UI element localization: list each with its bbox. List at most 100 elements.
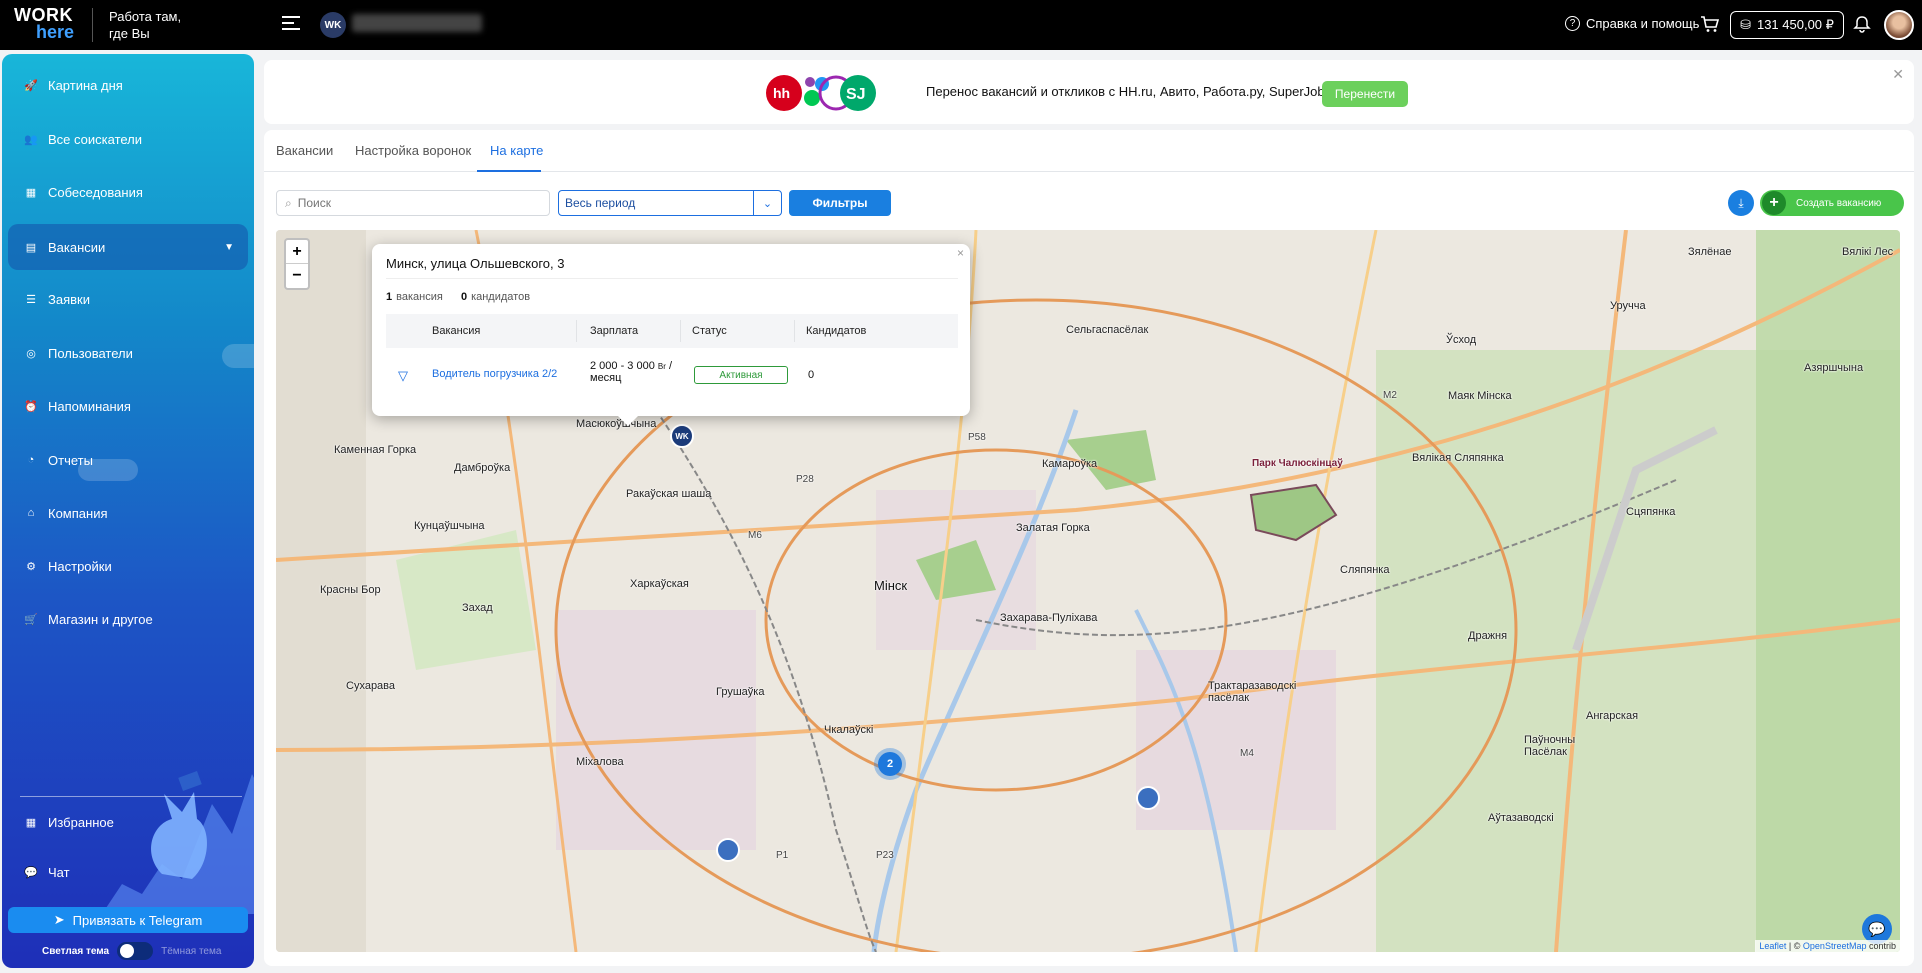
vacancy-map-pin[interactable]: WK <box>670 424 694 448</box>
tagline: Работа там, где Вы <box>109 9 182 41</box>
help-link[interactable]: ? Справка и помощь <box>1565 16 1699 31</box>
map-label: P23 <box>876 850 894 861</box>
vacancies-word: вакансия <box>396 291 443 303</box>
gear-icon: ⚙ <box>26 560 36 573</box>
close-icon[interactable]: ✕ <box>1892 66 1904 83</box>
vacancy-cluster[interactable]: 2 <box>874 748 906 780</box>
sidebar-item-shop[interactable]: 🛒 Магазин и другое <box>8 596 248 642</box>
map-label: Паўночны Пасёлак <box>1524 734 1576 758</box>
map-label: Міхалова <box>576 756 624 768</box>
map-label: M2 <box>1383 390 1397 401</box>
vacancy-map-pin[interactable] <box>1136 786 1160 810</box>
map-label: P1 <box>776 850 789 861</box>
period-select[interactable]: Весь период ⌄ <box>558 190 782 216</box>
sidebar-item-users[interactable]: ◎ Пользователи <box>8 330 248 376</box>
chart-icon: ◔ <box>27 454 35 466</box>
tab-on-map[interactable]: На карте <box>490 143 543 158</box>
map-view[interactable]: + − Мінск Сельгаспасёлак Масюкоўшчына Ка… <box>276 230 1900 952</box>
map-label: Уручча <box>1610 300 1646 312</box>
theme-toggle[interactable] <box>117 942 154 960</box>
salary: 2 000 - 3 000 Br / месяц <box>590 360 672 384</box>
sidebar-item-company[interactable]: ⌂ Компания <box>8 490 248 536</box>
logo-word-here: here <box>36 22 75 42</box>
chevron-down-icon[interactable]: ⌄ <box>753 191 781 215</box>
funnel-icon[interactable]: ▽ <box>398 368 408 384</box>
bell-icon[interactable] <box>1853 15 1871 33</box>
tab-bar: Вакансии Настройка воронок На карте <box>264 130 1914 172</box>
map-label: P58 <box>968 432 986 443</box>
zoom-out-button[interactable]: − <box>286 264 308 288</box>
map-label: Захарава-Пуліхава <box>1000 612 1098 624</box>
org-name-blurred[interactable] <box>352 14 482 32</box>
sidebar-item-vacancies[interactable]: ▤ Вакансии ▼ <box>8 224 248 270</box>
cart-icon[interactable] <box>1700 15 1720 33</box>
telegram-icon: ➤ <box>53 912 65 927</box>
map-label: Грушаўка <box>716 686 765 698</box>
filters-button[interactable]: Фильтры <box>789 190 891 216</box>
hh-logo: hh <box>773 85 790 101</box>
create-vacancy-label: Создать вакансию <box>1796 197 1882 209</box>
candidates-word: кандидатов <box>471 291 531 303</box>
popup-stats: 1 вакансия 0 кандидатов <box>386 291 530 303</box>
sidebar-item-reports[interactable]: ◔ Отчеты <box>8 437 248 483</box>
column-header: Статус <box>692 325 727 337</box>
telegram-button-label: Привязать к Telegram <box>72 912 203 928</box>
zoom-in-button[interactable]: + <box>286 240 308 264</box>
tab-funnel-settings[interactable]: Настройка воронок <box>355 143 471 158</box>
sidebar-item-reminders[interactable]: ⏰ Напоминания <box>8 383 248 429</box>
osm-link[interactable]: OpenStreetMap <box>1803 941 1867 951</box>
menu-toggle-icon[interactable] <box>282 16 300 32</box>
vacancy-popup: × Минск, улица Ольшевского, 3 1 вакансия … <box>372 244 970 426</box>
vacancy-map-pin[interactable] <box>716 838 740 862</box>
theme-switch[interactable]: Светлая тема Тёмная тема <box>42 942 221 960</box>
org-avatar[interactable]: WK <box>320 12 346 38</box>
cluster-count: 2 <box>878 752 902 776</box>
sidebar: 🚀 Картина дня 👥 Все соискатели ▦ Собеседова… <box>2 54 254 968</box>
user-avatar[interactable] <box>1884 10 1914 40</box>
search-input[interactable] <box>297 196 538 210</box>
map-label: Трактаразаводскі пасёлак <box>1208 680 1297 704</box>
sidebar-item-settings[interactable]: ⚙ Настройки <box>8 543 248 589</box>
sidebar-item-candidates[interactable]: 👥 Все соискатели <box>8 116 248 162</box>
vacancy-link[interactable]: Водитель погрузчика 2/2 <box>432 368 557 380</box>
map-label: P28 <box>796 474 814 485</box>
leaflet-link[interactable]: Leaflet <box>1759 941 1786 951</box>
map-label: Красны Бор <box>320 584 381 596</box>
map-label: Зялёнае <box>1688 246 1732 258</box>
download-icon[interactable]: ⤓ <box>1728 190 1754 216</box>
create-vacancy-button[interactable]: + Создать вакансию <box>1760 190 1904 216</box>
sidebar-item-requests[interactable]: ☰ Заявки <box>8 276 248 322</box>
balance-value: 131 450,00 ₽ <box>1756 17 1834 32</box>
map-label: Сцяпянка <box>1626 506 1676 518</box>
salary-range: 2 000 - 3 000 <box>590 360 655 372</box>
sidebar-item-label: Чат <box>48 864 70 880</box>
migrate-button[interactable]: Перенести <box>1322 81 1408 107</box>
sidebar-item-chat[interactable]: 💬 Чат <box>8 849 248 895</box>
map-label: Ўсход <box>1446 334 1477 346</box>
candidates-value: 0 <box>808 369 815 381</box>
sidebar-item-label: Заявки <box>48 291 90 307</box>
tab-vacancies[interactable]: Вакансии <box>276 143 333 158</box>
sidebar-item-dashboard[interactable]: 🚀 Картина дня <box>8 62 248 108</box>
sidebar-item-label: Напоминания <box>48 398 131 414</box>
map-label: Мінск <box>874 578 908 593</box>
telegram-link-button[interactable]: ➤ Привязать к Telegram <box>8 907 248 933</box>
close-icon[interactable]: × <box>957 246 964 260</box>
map-label: M6 <box>748 530 762 541</box>
map-label: Чкалаўскі <box>824 724 874 736</box>
sidebar-item-label: Вакансии <box>48 239 106 255</box>
map-label: Каменная Горка <box>334 444 417 456</box>
sidebar-item-label: Избранное <box>48 814 114 830</box>
map-label: Маяк Мінска <box>1448 390 1512 402</box>
sidebar-item-interviews[interactable]: ▦ Собеседования <box>8 169 248 215</box>
search-field[interactable]: ⌕ <box>276 190 550 216</box>
map-label: Харкаўская <box>630 578 689 590</box>
workhere-logo[interactable]: WORK here <box>14 6 82 42</box>
sidebar-item-label: Картина дня <box>48 77 123 93</box>
question-icon: ? <box>1565 16 1580 31</box>
balance-button[interactable]: ⛁ 131 450,00 ₽ <box>1730 11 1844 39</box>
sidebar-item-label: Все соискатели <box>48 131 143 147</box>
sidebar-divider <box>20 796 242 797</box>
sidebar-item-favorites[interactable]: ▦ Избранное <box>8 799 248 845</box>
search-icon: ⌕ <box>285 195 292 210</box>
